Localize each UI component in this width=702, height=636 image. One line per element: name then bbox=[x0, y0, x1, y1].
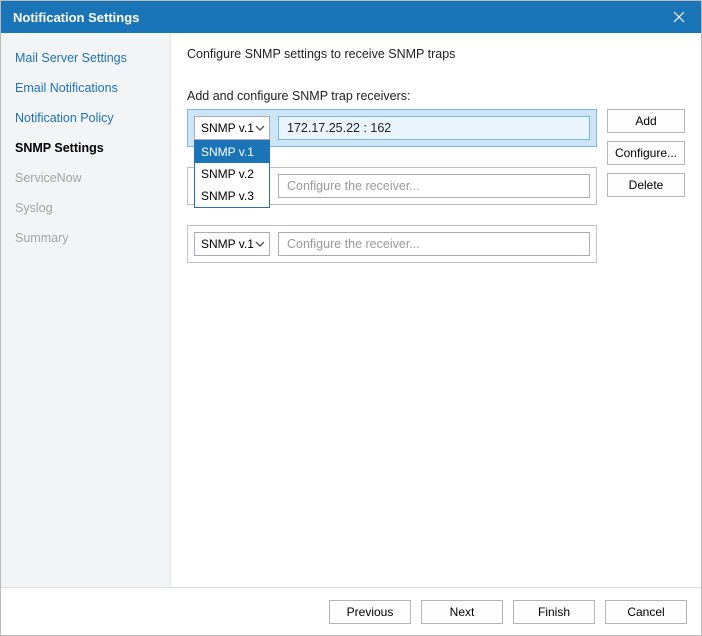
snmp-version-select[interactable]: SNMP v.1 bbox=[194, 232, 270, 256]
finish-button[interactable]: Finish bbox=[513, 600, 595, 624]
close-button[interactable] bbox=[657, 1, 701, 33]
snmp-version-value: SNMP v.1 bbox=[201, 121, 254, 135]
dialog-title: Notification Settings bbox=[13, 10, 139, 25]
page-description: Configure SNMP settings to receive SNMP … bbox=[187, 47, 685, 61]
close-icon bbox=[673, 11, 685, 23]
next-button[interactable]: Next bbox=[421, 600, 503, 624]
dialog-body: Mail Server Settings Email Notifications… bbox=[1, 33, 701, 587]
add-button[interactable]: Add bbox=[607, 109, 685, 133]
dropdown-option[interactable]: SNMP v.2 bbox=[195, 163, 269, 185]
receiver-row[interactable]: SNMP v.1 SNMP v.1 SNMP v.2 SNMP v.3 bbox=[187, 109, 597, 147]
sidebar-item-summary: Summary bbox=[1, 223, 170, 253]
sidebar-item-snmp-settings[interactable]: SNMP Settings bbox=[1, 133, 170, 163]
sidebar: Mail Server Settings Email Notifications… bbox=[1, 33, 171, 587]
sidebar-item-email-notifications[interactable]: Email Notifications bbox=[1, 73, 170, 103]
chevron-down-icon bbox=[255, 239, 265, 249]
sidebar-item-servicenow: ServiceNow bbox=[1, 163, 170, 193]
receiver-input[interactable] bbox=[278, 174, 590, 198]
cancel-button[interactable]: Cancel bbox=[605, 600, 687, 624]
configure-button[interactable]: Configure... bbox=[607, 141, 685, 165]
sidebar-item-syslog: Syslog bbox=[1, 193, 170, 223]
sidebar-item-mail-server[interactable]: Mail Server Settings bbox=[1, 43, 170, 73]
delete-button[interactable]: Delete bbox=[607, 173, 685, 197]
receivers-area: SNMP v.1 SNMP v.1 SNMP v.2 SNMP v.3 SNMP bbox=[187, 109, 685, 263]
footer: Previous Next Finish Cancel bbox=[1, 587, 701, 635]
dialog-window: Notification Settings Mail Server Settin… bbox=[0, 0, 702, 636]
snmp-version-value: SNMP v.1 bbox=[201, 237, 254, 251]
receiver-rows: SNMP v.1 SNMP v.1 SNMP v.2 SNMP v.3 SNMP bbox=[187, 109, 597, 263]
snmp-version-dropdown: SNMP v.1 SNMP v.2 SNMP v.3 bbox=[194, 140, 270, 208]
dropdown-option[interactable]: SNMP v.1 bbox=[195, 141, 269, 163]
sidebar-item-notification-policy[interactable]: Notification Policy bbox=[1, 103, 170, 133]
receiver-input[interactable] bbox=[278, 232, 590, 256]
main-panel: Configure SNMP settings to receive SNMP … bbox=[171, 33, 701, 587]
snmp-version-select[interactable]: SNMP v.1 bbox=[194, 116, 270, 140]
side-actions: Add Configure... Delete bbox=[607, 109, 685, 263]
dropdown-option[interactable]: SNMP v.3 bbox=[195, 185, 269, 207]
previous-button[interactable]: Previous bbox=[329, 600, 411, 624]
title-bar: Notification Settings bbox=[1, 1, 701, 33]
chevron-down-icon bbox=[255, 123, 265, 133]
receiver-input[interactable] bbox=[278, 116, 590, 140]
section-label: Add and configure SNMP trap receivers: bbox=[187, 89, 685, 103]
receiver-row[interactable]: SNMP v.1 bbox=[187, 225, 597, 263]
